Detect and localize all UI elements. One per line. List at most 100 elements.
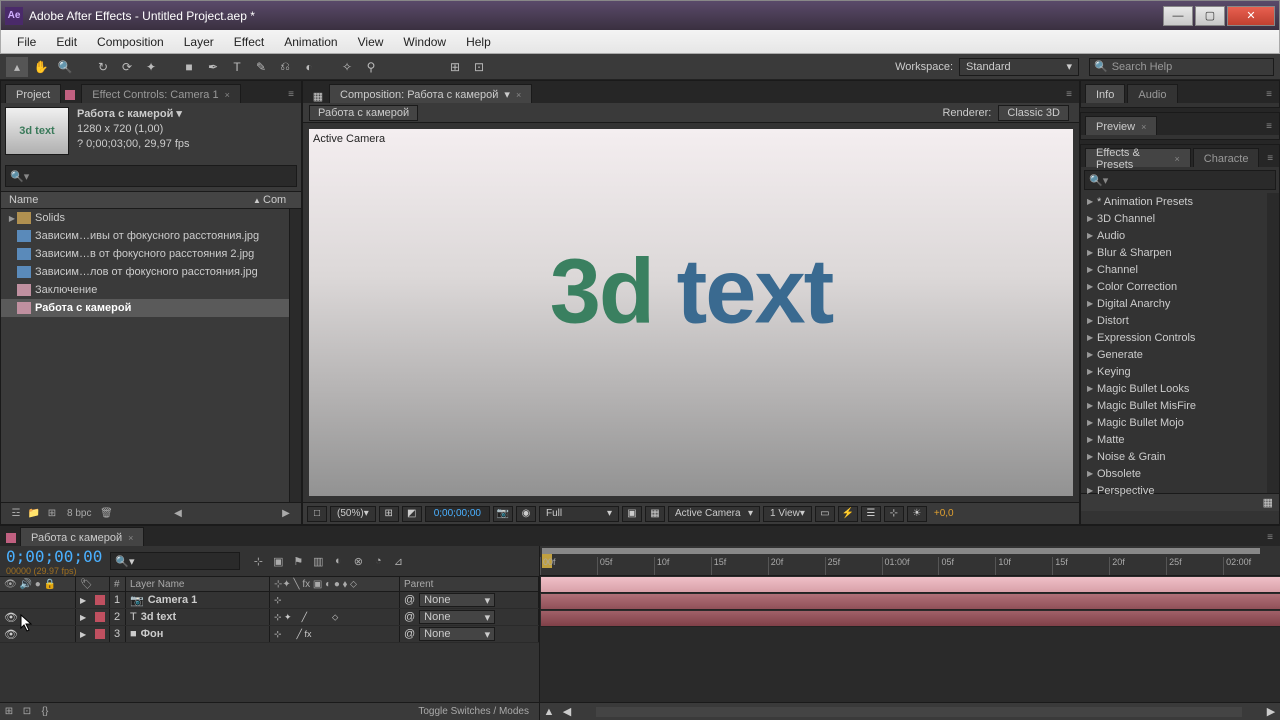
layer-bar-camera[interactable] [541,577,1280,592]
search-help-input[interactable]: 🔍 Search Help [1089,58,1274,76]
workspace-dropdown[interactable]: Standard▾ [959,58,1079,76]
camera-tool[interactable]: ⟳ [116,57,138,77]
project-item-folder[interactable]: ▶Solids [1,209,301,227]
preset-category[interactable]: ▶Expression Controls [1081,329,1279,346]
eraser-tool[interactable]: ◐ [298,57,320,77]
motion-blur-icon[interactable]: ◐ [328,552,348,570]
preset-category[interactable]: ▶Generate [1081,346,1279,363]
panel-options-icon[interactable]: ≡ [281,85,301,103]
project-scrollbar[interactable] [289,209,301,502]
preset-category[interactable]: ▶Audio [1081,227,1279,244]
timeline-scrollbar[interactable] [596,707,1242,717]
preset-category[interactable]: ▶Color Correction [1081,278,1279,295]
comp-thumbnail[interactable]: 3d text [5,107,69,155]
timeline-search-input[interactable]: 🔍▾ [110,552,240,570]
shape-tool[interactable]: ■ [178,57,200,77]
roi-icon[interactable]: ▣ [622,506,642,522]
project-item-image[interactable]: Зависим…ивы от фокусного расстояния.jpg [1,227,301,245]
selection-tool[interactable]: ▴ [6,57,28,77]
interpret-footage-icon[interactable]: ☲ [7,508,25,519]
toggle-switch-icon[interactable]: ⊞ [0,706,18,717]
comp-breadcrumb[interactable]: Работа с камерой [309,105,418,121]
menu-file[interactable]: File [7,33,46,51]
tab-info[interactable]: Info [1085,84,1125,103]
pixel-aspect-icon[interactable]: ▭ [815,506,835,522]
timeline-layer-text[interactable]: 👁 ▶ 2 T3d text ⊹ ✦ ╱ ⬦ @None▾ [0,609,539,626]
camera-dropdown[interactable]: Active Camera▾ [668,506,760,522]
exposure-value[interactable]: +0,0 [934,508,954,519]
project-search-input[interactable]: 🔍▾ [5,165,297,187]
prev-icon[interactable]: ◀ [169,508,187,519]
snap2-icon[interactable]: ⊡ [468,57,490,77]
current-time[interactable]: 0;00;00;00 [425,506,490,522]
toggle-switches-button[interactable]: Toggle Switches / Modes [408,706,539,717]
always-preview-icon[interactable]: □ [307,506,327,522]
panel-options-icon[interactable]: ≡ [1261,149,1279,167]
new-comp-icon[interactable]: ⊞ [43,508,61,519]
preset-category[interactable]: ▶Obsolete [1081,465,1279,482]
mask-icon[interactable]: ◩ [402,506,422,522]
preset-category[interactable]: ▶Distort [1081,312,1279,329]
grid-icon[interactable]: ⊞ [379,506,399,522]
preset-category[interactable]: ▶Matte [1081,431,1279,448]
panel-options-icon[interactable]: ≡ [1260,528,1280,546]
toggle-switch-icon[interactable]: ⊡ [18,706,36,717]
col-number[interactable]: # [110,577,126,591]
toggle-switch-icon[interactable]: {} [36,706,54,717]
effects-search-input[interactable]: 🔍▾ [1084,170,1276,190]
menu-edit[interactable]: Edit [46,33,87,51]
project-item-image[interactable]: Зависим…в от фокусного расстояния 2.jpg [1,245,301,263]
parent-dropdown[interactable]: None▾ [419,627,495,641]
roto-tool[interactable]: ✧ [336,57,358,77]
menu-composition[interactable]: Composition [87,33,174,51]
menu-effect[interactable]: Effect [224,33,274,51]
auto-keyframe-icon[interactable]: ◔ [368,552,388,570]
snapshot-icon[interactable]: 📷 [493,506,513,522]
parent-dropdown[interactable]: None▾ [419,593,495,607]
pan-behind-tool[interactable]: ✦ [140,57,162,77]
tab-audio[interactable]: Audio [1127,84,1177,103]
zoom-dropdown[interactable]: (50%) ▾ [330,506,376,522]
comp-name[interactable]: Работа с камерой ▾ [77,107,190,122]
tab-composition[interactable]: Composition: Работа с камерой ▾× [329,84,532,103]
channel-icon[interactable]: ◉ [516,506,536,522]
frame-blend-icon[interactable]: ▥ [308,552,328,570]
project-item-comp[interactable]: Работа с камерой [1,299,301,317]
minimize-button[interactable]: — [1163,6,1193,26]
zoom-tool[interactable]: 🔍 [54,57,76,77]
rotate-tool[interactable]: ↻ [92,57,114,77]
preset-category[interactable]: ▶Blur & Sharpen [1081,244,1279,261]
preset-category[interactable]: ▶3D Channel [1081,210,1279,227]
timeline-layer-camera[interactable]: ▶ 1 📷Camera 1 ⊹ @None▾ [0,592,539,609]
panel-options-icon[interactable]: ≡ [1059,85,1079,103]
layer-bar-bg[interactable] [541,611,1280,626]
zoom-out-icon[interactable]: ▲ [540,706,558,718]
tab-effect-controls[interactable]: Effect Controls: Camera 1× [81,84,241,103]
comp-flow-icon[interactable]: ▦ [307,90,329,103]
tab-timeline[interactable]: Работа с камерой× [20,527,144,546]
work-area-bar[interactable] [542,548,1260,554]
puppet-tool[interactable]: ⚲ [360,57,382,77]
preset-category[interactable]: ▶Noise & Grain [1081,448,1279,465]
col-parent[interactable]: Parent [400,577,539,591]
preset-category[interactable]: ▶Channel [1081,261,1279,278]
next-icon[interactable]: ▶ [277,508,295,519]
panel-options-icon[interactable]: ≡ [1259,85,1279,103]
color-depth[interactable]: 8 bpc [67,508,91,519]
preset-category[interactable]: ▶Digital Anarchy [1081,295,1279,312]
layer-bar-text[interactable] [541,594,1280,609]
menu-window[interactable]: Window [393,33,456,51]
timeline-ruler[interactable]: 00f05f 10f15f 20f25f 01:00f05f 10f15f 20… [540,546,1280,576]
zoom-slider-right-icon[interactable]: ▶ [1262,705,1280,718]
graph-editor-icon[interactable]: ⊿ [388,552,408,570]
resolution-dropdown[interactable]: Full▾ [539,506,619,522]
hand-tool[interactable]: ✋ [30,57,52,77]
menu-animation[interactable]: Animation [274,33,347,51]
effects-scrollbar[interactable] [1267,193,1279,493]
timeline-icon[interactable]: ☰ [861,506,881,522]
delete-icon[interactable]: 🗑 [97,508,115,519]
preset-category[interactable]: ▶* Animation Presets [1081,193,1279,210]
zoom-slider-left-icon[interactable]: ◀ [558,705,576,718]
panel-options-icon[interactable]: ≡ [1259,117,1279,135]
preset-category[interactable]: ▶Perspective [1081,482,1279,499]
